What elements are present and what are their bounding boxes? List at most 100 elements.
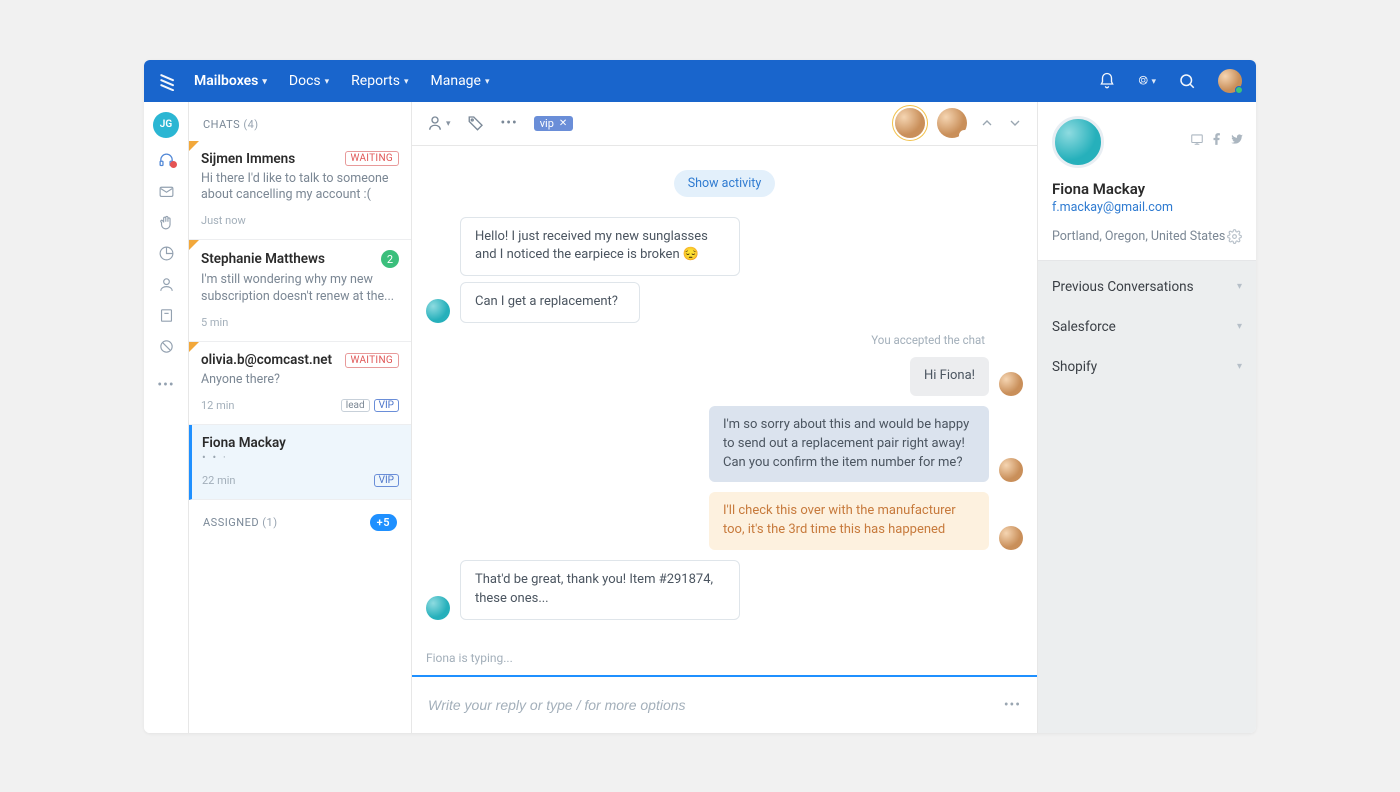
search-icon[interactable]: [1178, 72, 1196, 90]
next-conversation-button[interactable]: [1007, 115, 1023, 131]
conversation-item[interactable]: Stephanie Matthews 2 I'm still wondering…: [189, 240, 411, 342]
customer-avatar: [426, 596, 450, 620]
conv-preview: I'm still wondering why my new subscript…: [201, 272, 399, 306]
conv-name: olivia.b@comcast.net: [201, 352, 332, 368]
assigned-more-pill[interactable]: +5: [370, 514, 397, 531]
user-avatar[interactable]: [1218, 69, 1242, 93]
reply-input[interactable]: [428, 697, 992, 713]
vip-label: vip: [540, 117, 554, 130]
presence-dot-icon: [1235, 86, 1243, 94]
show-activity-button[interactable]: Show activity: [674, 170, 776, 197]
assign-user-icon[interactable]: ▾: [426, 114, 451, 132]
chevron-down-icon: ▾: [1151, 77, 1156, 87]
notification-dot-icon: [170, 161, 177, 168]
nav-reports[interactable]: Reports▾: [351, 73, 408, 89]
accordion-item[interactable]: Salesforce ▾: [1038, 307, 1256, 347]
message-bubble: That'd be great, thank you! Item #291874…: [460, 560, 740, 620]
section-label: CHATS: [203, 118, 240, 131]
conv-name: Sijmen Immens: [201, 151, 295, 167]
workspace-avatar[interactable]: JG: [153, 112, 179, 138]
agent-avatar: [999, 372, 1023, 396]
profile-location: Portland, Oregon, United States: [1052, 229, 1225, 244]
profile-sidebar: Fiona Mackay f.mackay@gmail.com Portland…: [1038, 102, 1256, 733]
website-icon[interactable]: [1190, 132, 1204, 150]
hand-icon[interactable]: [158, 214, 175, 231]
accordion-label: Salesforce: [1052, 319, 1116, 335]
tag-vip: VIP: [374, 399, 399, 412]
participant-avatar[interactable]: [895, 108, 925, 138]
chevron-down-icon: ▾: [404, 77, 409, 87]
internal-note-bubble: I'll check this over with the manufactur…: [709, 492, 989, 550]
more-icon[interactable]: •••: [501, 115, 518, 131]
bell-icon[interactable]: [1098, 72, 1116, 90]
message-row: I'll check this over with the manufactur…: [426, 492, 1023, 550]
message-bubble: Can I get a replacement?: [460, 282, 640, 323]
chevron-down-icon: ▾: [1237, 281, 1242, 292]
agent-avatar: [999, 458, 1023, 482]
assigned-header: ASSIGNED (1) +5: [189, 500, 411, 541]
messages-area: Show activity Hello! I just received my …: [412, 146, 1037, 645]
gear-icon[interactable]: [1227, 229, 1242, 244]
chat-list: CHATS (4) Sijmen Immens WAITING Hi there…: [189, 102, 412, 733]
nav-label: Docs: [289, 73, 321, 89]
conv-preview: Anyone there?: [201, 372, 399, 389]
nav-docs[interactable]: Docs ▾: [289, 73, 329, 89]
customer-avatar: [426, 299, 450, 323]
profile-accordion: Previous Conversations ▾ Salesforce ▾ Sh…: [1038, 261, 1256, 393]
participant-avatar[interactable]: [937, 108, 967, 138]
chevron-down-icon: ▾: [325, 77, 330, 87]
message-bubble: Hello! I just received my new sunglasses…: [460, 217, 740, 277]
chatlist-header: CHATS (4): [189, 102, 411, 141]
unread-indicator-icon: [189, 141, 199, 151]
conversation-item[interactable]: Sijmen Immens WAITING Hi there I'd like …: [189, 141, 411, 241]
message-row: Hi Fiona!: [426, 357, 1023, 396]
chevron-down-icon: ▾: [1237, 321, 1242, 332]
accordion-label: Shopify: [1052, 359, 1097, 375]
chevron-down-icon: ▾: [485, 77, 490, 87]
typing-indicator: Fiona is typing...: [412, 645, 1037, 675]
remove-tag-button[interactable]: ✕: [559, 118, 567, 129]
archive-icon[interactable]: [158, 307, 175, 324]
prev-conversation-button[interactable]: [979, 115, 995, 131]
twitter-icon[interactable]: [1230, 132, 1244, 150]
waiting-badge: WAITING: [345, 151, 400, 166]
tag-row: VIP: [374, 474, 399, 487]
nav-manage[interactable]: Manage▾: [431, 73, 490, 89]
profile-email[interactable]: f.mackay@gmail.com: [1052, 200, 1242, 215]
message-bubble: Hi Fiona!: [910, 357, 989, 396]
composer-more-icon[interactable]: •••: [1004, 697, 1021, 713]
headset-icon[interactable]: [158, 152, 175, 169]
message-row: Hello! I just received my new sunglasses…: [426, 217, 1023, 324]
person-icon[interactable]: [158, 276, 175, 293]
pie-chart-icon[interactable]: [158, 245, 175, 262]
toolbar-right: [895, 108, 1023, 138]
lifering-icon[interactable]: ▾: [1138, 72, 1156, 90]
block-icon[interactable]: [158, 338, 175, 355]
conversation-toolbar: ▾ ••• vip ✕: [412, 102, 1037, 146]
nav-label: Mailboxes: [194, 73, 258, 89]
tag-icon[interactable]: [467, 114, 485, 132]
conv-name: Stephanie Matthews: [201, 251, 325, 267]
conv-time: 5 min: [201, 316, 228, 329]
tag: lead: [341, 399, 370, 412]
envelope-icon[interactable]: [158, 183, 175, 200]
message-row: That'd be great, thank you! Item #291874…: [426, 560, 1023, 620]
conversation-item-active[interactable]: Fiona Mackay • • · 22 min VIP: [189, 425, 411, 500]
facebook-icon[interactable]: [1210, 132, 1224, 150]
more-icon[interactable]: •••: [157, 377, 174, 393]
conversation-item[interactable]: olivia.b@comcast.net WAITING Anyone ther…: [189, 342, 411, 425]
accordion-item[interactable]: Shopify ▾: [1038, 347, 1256, 387]
tag-row: lead VIP: [341, 399, 399, 412]
typing-dots-icon: • • ·: [202, 451, 399, 464]
chevron-down-icon: ▾: [446, 119, 451, 129]
system-note: You accepted the chat: [426, 333, 985, 347]
nav-mailboxes[interactable]: Mailboxes▾: [194, 73, 267, 89]
section-label: ASSIGNED: [203, 516, 259, 529]
composer: •••: [412, 675, 1037, 733]
profile-avatar: [1052, 116, 1104, 168]
app-body: JG ••• CHATS (4) Sijmen Immens WAITI: [144, 102, 1256, 733]
accordion-label: Previous Conversations: [1052, 279, 1194, 295]
top-nav: Mailboxes▾ Docs▾ Reports▾ Manage▾ ▾: [144, 60, 1256, 102]
accordion-item[interactable]: Previous Conversations ▾: [1038, 267, 1256, 307]
profile-card: Fiona Mackay f.mackay@gmail.com Portland…: [1038, 102, 1256, 261]
